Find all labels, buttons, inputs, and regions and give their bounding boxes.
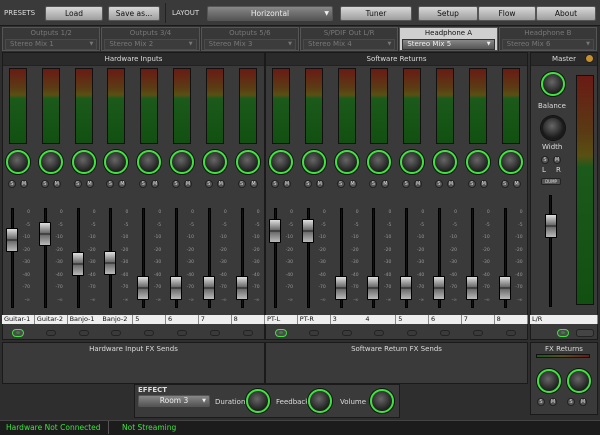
output-tab-name: Headphone A xyxy=(424,29,473,37)
output-tab-6[interactable]: Headphone B Stereo Mix 6 ▼ xyxy=(498,27,597,51)
output-tab-5[interactable]: Headphone A Stereo Mix 5 ▼ xyxy=(399,27,498,51)
fx-return-knob-2[interactable] xyxy=(567,369,591,393)
about-button[interactable]: About xyxy=(536,6,596,21)
feedback-knob[interactable] xyxy=(308,389,332,413)
duration-knob[interactable] xyxy=(246,389,270,413)
output-mix-select[interactable]: Stereo Mix 3 ▼ xyxy=(203,39,296,50)
duration-label: Duration xyxy=(215,398,246,406)
hw-fx-sends-title: Hardware Input FX Sends xyxy=(3,343,264,355)
output-mix-select[interactable]: Stereo Mix 5 ▼ xyxy=(402,39,495,50)
output-tab-3[interactable]: Outputs 5/6 Stereo Mix 3 ▼ xyxy=(200,27,299,51)
chevron-down-icon: ▼ xyxy=(586,41,590,47)
chevron-down-icon: ▼ xyxy=(89,41,94,47)
feedback-label: Feedback xyxy=(276,398,310,406)
hardware-inputs-panel: Hardware Inputs xyxy=(2,52,265,340)
output-mix-select[interactable]: Stereo Mix 6 ▼ xyxy=(501,39,594,50)
hardware-status: Hardware Not Connected xyxy=(6,423,101,432)
output-mix-select[interactable]: Stereo Mix 1 ▼ xyxy=(5,39,98,50)
hardware-inputs-title: Hardware Inputs xyxy=(3,53,264,66)
fx-return-mute-1[interactable]: M xyxy=(549,398,557,406)
fx-return-meter xyxy=(536,354,590,358)
streaming-status: Not Streaming xyxy=(122,423,177,432)
layout-label: LAYOUT xyxy=(172,9,200,17)
fx-return-knob-1[interactable] xyxy=(537,369,561,393)
master-solo-button[interactable]: S xyxy=(541,156,549,164)
output-tab-name: Outputs 3/4 xyxy=(129,29,172,37)
setup-button[interactable]: Setup xyxy=(418,6,478,21)
effect-preset-select[interactable]: Room 3 ▼ xyxy=(138,395,210,407)
master-mono-button[interactable] xyxy=(576,329,594,337)
output-mix-value: Stereo Mix 5 xyxy=(407,40,452,48)
chevron-down-icon: ▼ xyxy=(188,41,193,47)
output-tab-2[interactable]: Outputs 3/4 Stereo Mix 2 ▼ xyxy=(101,27,200,51)
output-mix-value: Stereo Mix 1 xyxy=(10,40,54,48)
width-label: Width xyxy=(542,143,563,151)
master-mute-button[interactable]: M xyxy=(553,156,561,164)
output-mix-value: Stereo Mix 6 xyxy=(506,40,551,48)
dump-button[interactable]: DUMP xyxy=(541,178,561,185)
sw-fx-sends-panel: Software Return FX Sends xyxy=(265,342,528,384)
output-tab-4[interactable]: S/PDIF Out L/R Stereo Mix 4 ▼ xyxy=(300,27,399,51)
chevron-down-icon: ▼ xyxy=(288,41,292,47)
output-tabs: Outputs 1/2 Stereo Mix 1 ▼ Outputs 3/4 Stere… xyxy=(2,27,598,51)
master-fader-track xyxy=(549,195,552,307)
master-meter xyxy=(576,75,594,305)
fx-return-solo-1[interactable]: S xyxy=(537,398,545,406)
load-button[interactable]: Load xyxy=(45,6,103,21)
fx-return-mute-2[interactable]: M xyxy=(579,398,587,406)
output-mix-select[interactable]: Stereo Mix 4 ▼ xyxy=(303,39,396,50)
output-mix-value: Stereo Mix 3 xyxy=(208,40,253,48)
output-tab-1[interactable]: Outputs 1/2 Stereo Mix 1 ▼ xyxy=(2,27,101,51)
volume-knob[interactable] xyxy=(370,389,394,413)
hw-fx-sends-panel: Hardware Input FX Sends xyxy=(2,342,265,384)
tuner-button[interactable]: Tuner xyxy=(340,6,412,21)
width-knob[interactable] xyxy=(541,116,565,140)
fx-return-solo-2[interactable]: S xyxy=(567,398,575,406)
master-link-icon[interactable]: ∞ xyxy=(557,329,569,337)
chevron-down-icon: ▼ xyxy=(324,10,329,17)
output-mix-value: Stereo Mix 4 xyxy=(308,40,352,48)
master-fader[interactable] xyxy=(545,214,557,239)
left-label: L xyxy=(542,166,546,174)
balance-label: Balance xyxy=(538,102,566,110)
balance-knob[interactable] xyxy=(541,72,565,96)
save-as-button[interactable]: Save as... xyxy=(108,6,160,21)
right-label: R xyxy=(556,166,561,174)
output-tab-name: S/PDIF Out L/R xyxy=(323,29,375,37)
chevron-down-icon: ▼ xyxy=(486,41,491,47)
output-tab-name: Outputs 1/2 xyxy=(30,29,72,37)
volume-label: Volume xyxy=(340,398,367,406)
layout-value: Horizontal xyxy=(250,9,290,18)
presets-label: PRESETS xyxy=(4,9,36,17)
effect-preset-value: Room 3 xyxy=(159,396,189,405)
master-channel-label: L/R xyxy=(530,315,598,324)
sw-fx-sends-title: Software Return FX Sends xyxy=(266,343,527,355)
software-returns-title: Software Returns xyxy=(266,53,527,66)
chevron-down-icon: ▼ xyxy=(202,398,206,404)
output-mix-select[interactable]: Stereo Mix 2 ▼ xyxy=(104,39,197,50)
software-returns-panel: Software Returns xyxy=(265,52,528,340)
chevron-down-icon: ▼ xyxy=(387,41,392,47)
layout-select[interactable]: Horizontal ▼ xyxy=(207,6,333,21)
output-tab-name: Headphone B xyxy=(524,29,572,37)
effect-label: EFFECT xyxy=(138,386,168,394)
power-icon[interactable] xyxy=(585,54,594,63)
output-mix-value: Stereo Mix 2 xyxy=(109,40,154,48)
flow-button[interactable]: Flow xyxy=(478,6,536,21)
output-tab-name: Outputs 5/6 xyxy=(229,29,271,37)
